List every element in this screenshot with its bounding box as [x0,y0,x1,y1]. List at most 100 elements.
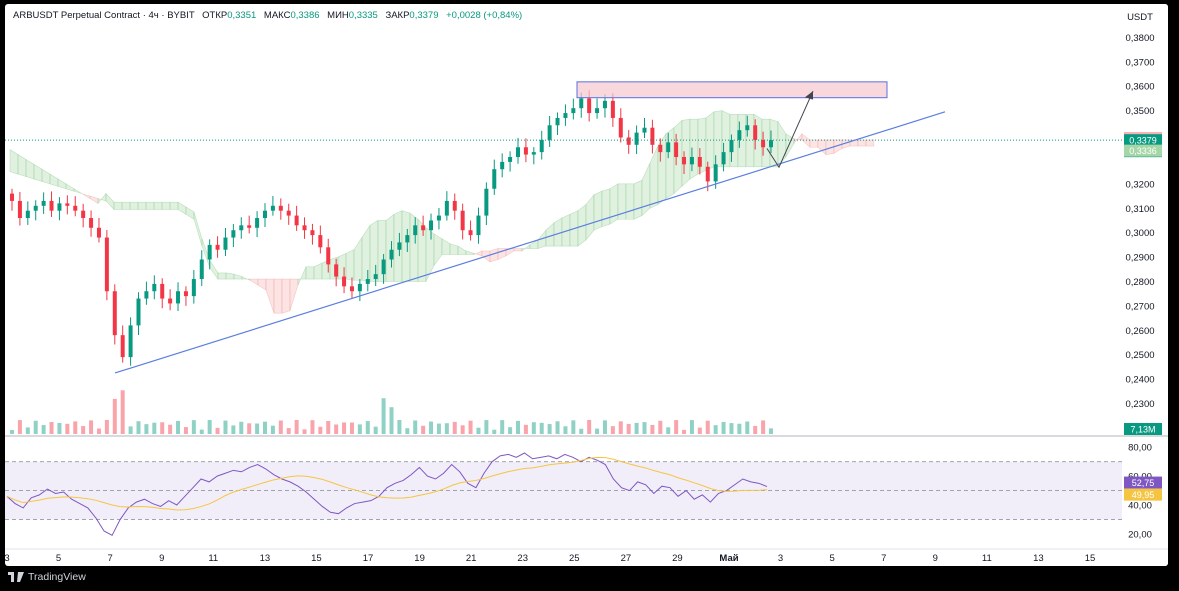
volume-bar [397,420,402,434]
volume-bar [33,420,38,434]
tradingview-logo[interactable]: TradingView [8,568,86,583]
ichimoku-cloud-segment [273,278,283,314]
volume-bar [634,422,639,434]
price-tick-label: 0,2400 [1125,375,1154,386]
candle-body [49,200,54,211]
symbol-title: ARBUSDT Perpetual Contract · 4ч · BYBIT [13,10,195,21]
candle-body [223,237,228,250]
price-tick-label: 0,2500 [1125,350,1154,361]
low-value: 0,3335 [348,10,378,21]
volume-bar [365,421,370,434]
candle-body [286,210,291,216]
time-tick-label: 23 [517,553,528,564]
ichimoku-cloud-segment [473,250,483,257]
volume-bar [357,424,362,434]
ichimoku-cloud-segment [17,154,27,177]
price-tick-label: 0,3800 [1125,33,1154,44]
ichimoku-cloud-segment [513,248,523,252]
candle-body [761,139,766,148]
volume-bar [25,427,30,434]
volume-bar [729,423,734,434]
volume-bar [160,422,165,434]
candle-body [618,117,623,138]
candle-body [674,142,679,158]
volume-bar [761,420,766,434]
volume-bar [745,421,750,434]
close-label: ЗАКР [385,10,410,21]
ichimoku-cloud-segment [433,233,443,267]
ichimoku-cloud-segment [793,132,803,145]
trendline [114,111,946,374]
candle-body [334,264,339,277]
ichimoku-cloud-segment [625,183,635,220]
volume-bar [286,428,291,434]
volume-bar [96,428,101,434]
time-tick-label: 9 [159,553,164,564]
chart-frame: USDT0,38000,37000,36000,35000,34000,3200… [5,4,1168,566]
price-tick-label: 0,2900 [1125,253,1154,264]
volume-bar [539,422,544,434]
candle-body [539,139,544,153]
ichimoku-cloud-segment [113,201,123,210]
time-tick-label: 15 [1085,553,1096,564]
ichimoku-cloud-segment [713,110,723,168]
time-tick-label: 29 [672,553,683,564]
price-tick-label: 0,3000 [1125,228,1154,239]
candle-body [112,291,117,336]
open-value: 0,3351 [227,10,257,21]
rsi-tick-label: 40,00 [1128,501,1152,512]
volume-bar [721,421,726,434]
candle-body [89,218,94,228]
candle-body [444,200,449,216]
candle-body [389,249,394,260]
volume-bar [342,422,347,434]
candle-body [373,274,378,280]
candle-body [199,259,204,280]
ichimoku-cloud-segment [681,118,691,187]
volume-bar [239,421,244,434]
open-label: ОТКР [202,10,228,21]
price-badge-label: 0,3379 [1129,136,1157,146]
candle-body [397,242,402,250]
candle-body [302,225,307,231]
candle-body [484,188,489,216]
candle-body [610,100,615,118]
volume-bar [492,429,497,434]
candle-body [713,164,718,182]
volume-bar [223,420,228,434]
candle-body [516,147,520,158]
volume-bar [144,424,149,434]
ichimoku-cloud-segment [289,278,299,311]
ichimoku-cloud-segment [369,219,379,282]
ichimoku-cloud-segment [33,163,43,182]
ichimoku-cloud-segment [705,111,715,171]
time-tick-label: 27 [621,553,632,564]
volume-bar [626,423,631,434]
chart-canvas[interactable]: USDT0,38000,37000,36000,35000,34000,3200… [5,4,1168,566]
candle-body [405,235,410,243]
volume-bar [373,426,378,434]
candle-body [753,125,758,140]
candle-body [381,259,386,275]
ichimoku-cloud-segment [593,190,603,231]
volume-bar [136,421,141,434]
candle-body [215,244,220,250]
volume-bar [112,398,117,434]
candle-body [729,139,734,153]
volume-bar [389,407,394,434]
ichimoku-cloud-segment [97,192,107,205]
candle-body [152,283,157,292]
candle-body [25,210,30,219]
volume-bar [602,420,607,434]
ichimoku-cloud-segment [145,201,155,210]
ichimoku-cloud-segment [609,183,619,225]
candle-body [745,125,750,131]
volume-bar [81,426,86,434]
volume-bar [642,422,647,434]
volume-bar [555,421,560,434]
candle-body [476,215,481,236]
ichimoku-cloud-segment [649,145,659,209]
volume-bar [444,423,449,434]
volume-bar [468,420,473,434]
ichimoku-cloud-segment [449,243,459,255]
